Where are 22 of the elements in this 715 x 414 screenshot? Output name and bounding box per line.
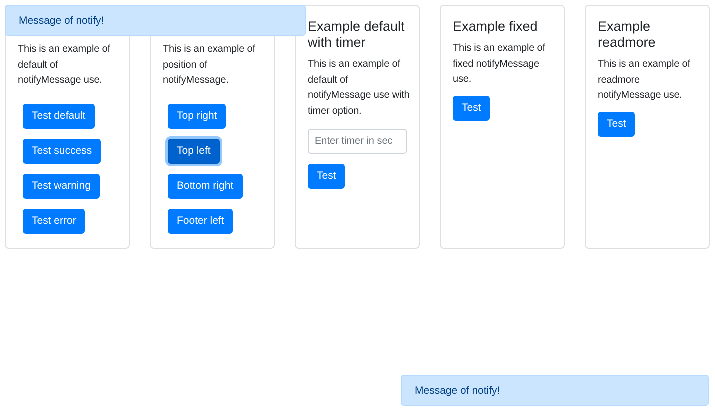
- card-title: Example default with timer: [308, 19, 406, 51]
- test-button[interactable]: Test error: [23, 208, 86, 234]
- test-button[interactable]: Test success: [23, 138, 102, 164]
- notification: Message of notify!: [401, 375, 709, 406]
- card-title: Example readmore: [598, 19, 657, 51]
- card-title: Example fixed: [453, 19, 538, 35]
- test-button[interactable]: Test: [308, 164, 346, 189]
- test-button[interactable]: Test warning: [23, 174, 100, 198]
- timer-input[interactable]: Enter timer in sec: [308, 129, 407, 154]
- test-button[interactable]: Test default: [23, 104, 95, 128]
- card-text: This is an example of default of notifyMessage use.: [18, 43, 112, 88]
- notification: Message of notify!: [5, 5, 306, 36]
- test-button[interactable]: Bottom right: [168, 174, 243, 198]
- test-button[interactable]: Top left: [168, 138, 220, 164]
- test-button[interactable]: Top right: [168, 104, 226, 128]
- test-button[interactable]: Test: [453, 96, 490, 120]
- test-button[interactable]: Footer left: [168, 208, 234, 234]
- card-text: This is an example of position of notifyMessage.: [163, 43, 256, 88]
- test-button[interactable]: Test: [598, 112, 636, 136]
- card-text: This is an example of readmore notifyMessage use.: [598, 58, 692, 103]
- card-text: This is an example of fixed notifyMessage use.: [453, 42, 546, 87]
- card-text: This is an example of default of notifyMessage use with timer option.: [308, 58, 411, 118]
